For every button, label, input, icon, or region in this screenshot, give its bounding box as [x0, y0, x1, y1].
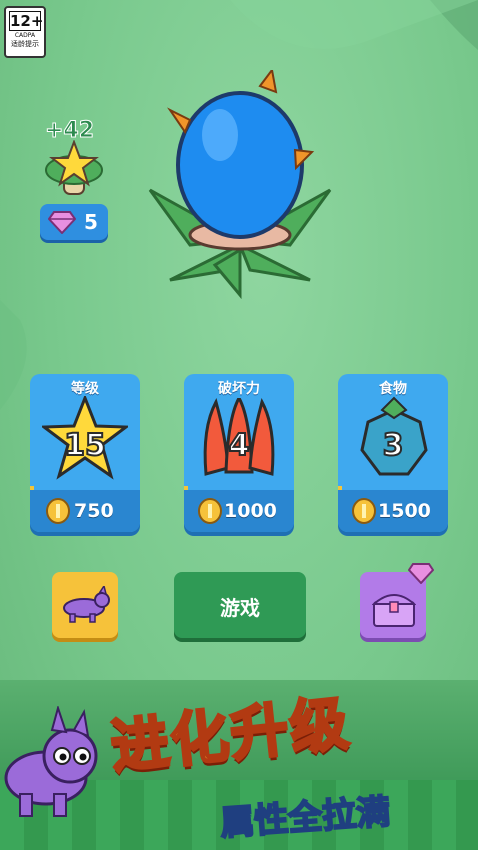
play-label: 游戏 — [220, 596, 260, 620]
level-upgrade-card[interactable]: 等级 15 750 — [30, 374, 140, 532]
dino-pet-icon — [63, 586, 110, 623]
card-cost: 1500 — [378, 500, 431, 522]
card-title: 破坏力 — [218, 381, 260, 397]
purple-dino-mascot — [4, 706, 98, 817]
age-rating-badge: 12+ CADPA 适龄提示 — [4, 6, 46, 58]
coin-icon — [352, 498, 376, 524]
card-footer: 750 — [30, 490, 140, 532]
chest-icon — [372, 594, 416, 627]
gem-counter: 5 — [40, 204, 108, 240]
power-upgrade-card[interactable]: 破坏力 4 1000 — [184, 374, 294, 532]
star-mushroom-icon — [45, 140, 103, 195]
age-org: CADPA — [14, 32, 36, 39]
gem-badge-icon — [408, 563, 434, 584]
play-button[interactable]: 游戏 — [174, 572, 306, 638]
card-footer: 1000 — [184, 490, 294, 532]
card-level: 4 — [228, 427, 251, 464]
pet-button[interactable] — [52, 572, 118, 638]
card-title: 等级 — [71, 381, 99, 397]
coin-icon — [198, 498, 222, 524]
age-rating: 12+ — [9, 11, 44, 31]
card-footer: 1500 — [338, 490, 448, 532]
card-title: 食物 — [379, 381, 407, 397]
card-level: 3 — [382, 427, 405, 464]
card-cost: 750 — [74, 500, 114, 522]
dino-egg[interactable] — [130, 70, 350, 300]
gem-icon — [48, 211, 76, 234]
coin-icon — [46, 498, 70, 524]
age-label: 适龄提示 — [11, 40, 39, 48]
food-upgrade-card[interactable]: 食物 3 1500 — [338, 374, 448, 532]
card-level: 15 — [63, 427, 107, 464]
card-cost: 1000 — [224, 500, 277, 522]
gem-count: 5 — [84, 210, 98, 234]
